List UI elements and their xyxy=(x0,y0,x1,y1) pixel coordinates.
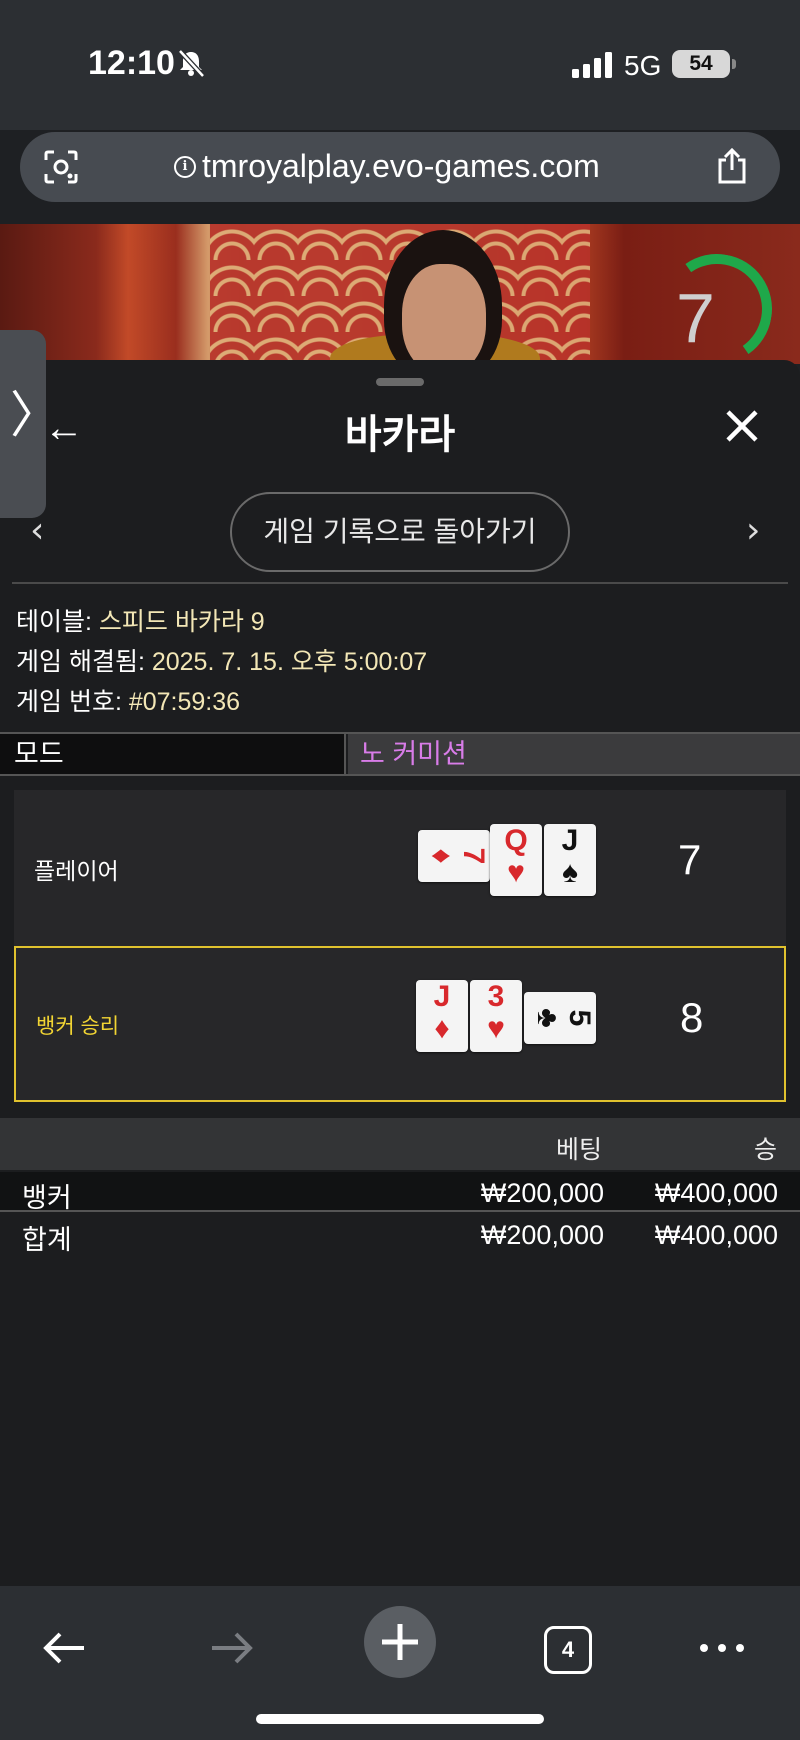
browser-forward-icon[interactable] xyxy=(206,1622,258,1674)
card-rank: 5 xyxy=(563,1009,596,1027)
url-text[interactable]: tmroyalplay.evo-games.com xyxy=(202,148,600,185)
plus-icon xyxy=(382,1624,418,1660)
card-rank: Q xyxy=(504,824,528,857)
dealer-face xyxy=(402,264,486,364)
card-suit: ♠ xyxy=(562,856,578,889)
playing-card: 3 ♥ xyxy=(470,980,522,1052)
mode-label: 모드 xyxy=(0,734,346,774)
status-bar: 12:10 5G 54 xyxy=(0,0,800,130)
bet-column-header: 베팅 xyxy=(556,1136,603,1164)
card-rank: J xyxy=(433,980,451,1013)
bet-name: 뱅커 xyxy=(22,1183,72,1213)
game-number-info: 게임 번호: #07:59:36 xyxy=(16,682,240,718)
network-label: 5G xyxy=(624,50,662,81)
browser-toolbar: 4 xyxy=(0,1586,800,1740)
player-hand: 플레이어 7 ♦ Q ♥ J ♠ 7 xyxy=(14,790,786,946)
bet-table-header: 베팅 승 xyxy=(0,1118,800,1170)
playing-card: J ♠ xyxy=(544,824,596,896)
total-name: 합계 xyxy=(22,1225,72,1255)
banker-hand: 뱅커 승리 J ♦ 3 ♥ 5 ♣ 8 xyxy=(14,946,786,1102)
playing-card: 5 ♣ xyxy=(524,992,596,1044)
card-suit: ♥ xyxy=(507,856,525,889)
timer-value: 7 xyxy=(676,279,715,357)
banker-score: 8 xyxy=(680,994,704,1041)
browser-back-icon[interactable] xyxy=(38,1622,90,1674)
table-info: 테이블: 스피드 바카라 9 xyxy=(16,602,265,638)
signal-icon xyxy=(572,52,612,78)
resolved-info: 게임 해결됨: 2025. 7. 15. 오후 5:00:07 xyxy=(16,642,427,678)
card-suit: ♦ xyxy=(434,1012,450,1045)
win-column-header: 승 xyxy=(754,1136,778,1164)
expand-chevron-icon[interactable]: 〉 xyxy=(10,390,60,440)
playing-card: Q ♥ xyxy=(490,824,542,896)
player-score: 7 xyxy=(678,836,702,883)
camera-search-icon[interactable] xyxy=(42,148,80,186)
card-suit: ♣ xyxy=(531,1008,564,1028)
status-time: 12:10 xyxy=(88,44,175,82)
bet-amount: ₩200,000 xyxy=(480,1178,604,1208)
hands-section: 플레이어 7 ♦ Q ♥ J ♠ 7 뱅커 승리 J ♦ 3 ♥ 5 ♣ 8 xyxy=(0,778,800,1108)
url-bar[interactable]: i tmroyalplay.evo-games.com xyxy=(20,132,780,202)
divider xyxy=(12,582,788,584)
more-icon[interactable] xyxy=(696,1622,748,1674)
tab-count-button[interactable]: 4 xyxy=(544,1626,592,1674)
card-rank: 3 xyxy=(487,980,505,1013)
total-win-amount: ₩400,000 xyxy=(654,1220,778,1250)
close-icon[interactable] xyxy=(722,406,762,446)
table-row: 뱅커 ₩200,000 ₩400,000 xyxy=(0,1172,800,1213)
table-row-total: 합계 ₩200,000 ₩400,000 xyxy=(0,1214,800,1255)
win-amount: ₩400,000 xyxy=(654,1178,778,1208)
player-label: 플레이어 xyxy=(34,858,119,884)
game-number-value: #07:59:36 xyxy=(128,688,241,716)
next-game-chevron-icon[interactable]: › xyxy=(746,510,760,551)
mode-value: 노 커미션 xyxy=(348,734,800,774)
card-suit: ♥ xyxy=(487,1012,505,1045)
resolved-info-value: 2025. 7. 15. 오후 5:00:07 xyxy=(151,648,428,676)
battery-icon: 54 xyxy=(672,50,736,78)
grab-handle[interactable] xyxy=(376,378,424,386)
playing-card: J ♦ xyxy=(416,980,468,1052)
back-to-history-button[interactable]: 게임 기록으로 돌아가기 xyxy=(230,492,570,572)
game-number-label: 게임 번호: xyxy=(16,688,129,716)
resolved-info-label: 게임 해결됨: xyxy=(16,648,152,676)
panel-title: 바카라 xyxy=(344,413,456,457)
bell-muted-icon xyxy=(178,49,205,78)
card-suit: ♦ xyxy=(425,848,458,864)
game-history-panel: ← 바카라 ‹ 게임 기록으로 돌아가기 › 테이블: 스피드 바카라 9 게임… xyxy=(0,360,800,1590)
site-info-icon[interactable]: i xyxy=(174,156,196,178)
new-tab-button[interactable] xyxy=(364,1606,436,1678)
playing-card: 7 ♦ xyxy=(418,830,490,882)
banker-win-label: 뱅커 승리 xyxy=(36,1015,120,1038)
card-rank: J xyxy=(561,824,579,857)
share-icon[interactable] xyxy=(712,146,752,186)
table-info-value: 스피드 바카라 9 xyxy=(98,608,265,636)
total-bet-amount: ₩200,000 xyxy=(480,1220,604,1250)
table-info-label: 테이블: xyxy=(16,608,99,636)
home-indicator xyxy=(256,1714,544,1724)
mode-row: 모드 노 커미션 xyxy=(0,732,800,776)
card-rank: 7 xyxy=(457,847,490,865)
